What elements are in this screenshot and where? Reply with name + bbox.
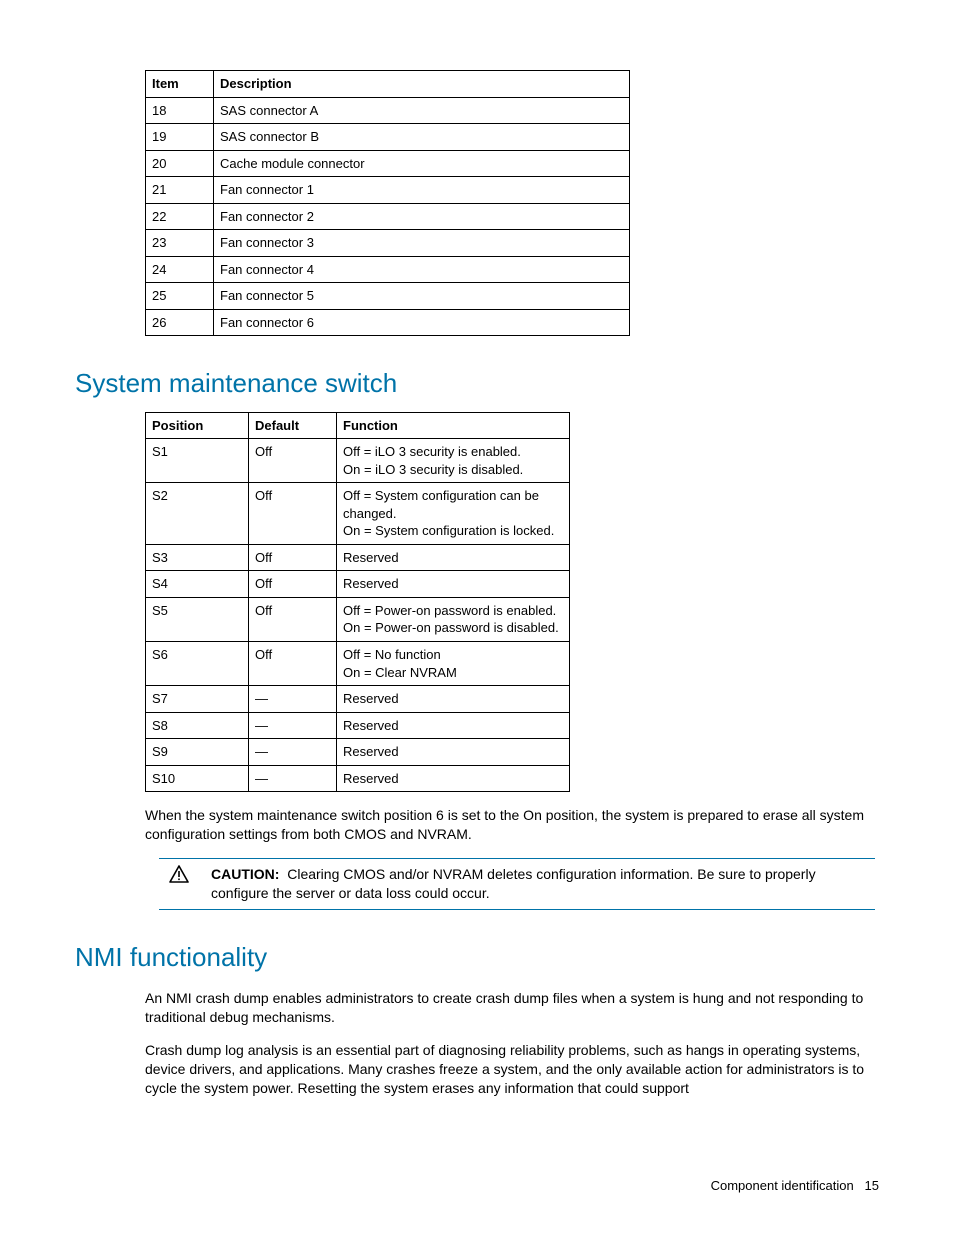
table-row: S8—Reserved	[146, 712, 570, 739]
table-cell: 22	[146, 203, 214, 230]
table-cell: Reserved	[337, 712, 570, 739]
table-cell: S6	[146, 642, 249, 686]
paragraph: Crash dump log analysis is an essential …	[145, 1041, 875, 1098]
table-cell: Off	[249, 483, 337, 545]
table-cell: —	[249, 686, 337, 713]
table-cell: Fan connector 2	[214, 203, 630, 230]
footer-page-number: 15	[865, 1178, 879, 1193]
table-cell: —	[249, 765, 337, 792]
table-row: S3OffReserved	[146, 544, 570, 571]
table-cell: 25	[146, 283, 214, 310]
table-row: S2OffOff = System configuration can be c…	[146, 483, 570, 545]
table-row: S9—Reserved	[146, 739, 570, 766]
table-cell: Reserved	[337, 765, 570, 792]
table-row: 23Fan connector 3	[146, 230, 630, 257]
section-heading: NMI functionality	[75, 940, 875, 975]
table-cell: SAS connector A	[214, 97, 630, 124]
table-header: Item	[146, 71, 214, 98]
caution-label: CAUTION:	[211, 866, 279, 882]
table-cell: Reserved	[337, 544, 570, 571]
paragraph: When the system maintenance switch posit…	[145, 806, 875, 844]
items-table: Item Description 18SAS connector A19SAS …	[145, 70, 630, 336]
table-cell: Off	[249, 439, 337, 483]
table-row: 26Fan connector 6	[146, 309, 630, 336]
table-cell: Off	[249, 571, 337, 598]
table-row: 19SAS connector B	[146, 124, 630, 151]
table-cell: 21	[146, 177, 214, 204]
table-row: S1OffOff = iLO 3 security is enabled.On …	[146, 439, 570, 483]
paragraph: An NMI crash dump enables administrators…	[145, 989, 875, 1027]
table-header: Function	[337, 412, 570, 439]
table-cell: S9	[146, 739, 249, 766]
table-cell: Fan connector 5	[214, 283, 630, 310]
table-cell: 19	[146, 124, 214, 151]
table-cell: S7	[146, 686, 249, 713]
section-heading: System maintenance switch	[75, 366, 875, 401]
table-row: 24Fan connector 4	[146, 256, 630, 283]
table-cell: Cache module connector	[214, 150, 630, 177]
table-cell: Off	[249, 544, 337, 571]
table-cell: S8	[146, 712, 249, 739]
table-header: Description	[214, 71, 630, 98]
table-cell: Off = Power-on password is enabled.On = …	[337, 597, 570, 641]
table-row: S10—Reserved	[146, 765, 570, 792]
table-row: S6OffOff = No functionOn = Clear NVRAM	[146, 642, 570, 686]
table-cell: Fan connector 6	[214, 309, 630, 336]
table-cell: Off	[249, 642, 337, 686]
table-cell: Fan connector 1	[214, 177, 630, 204]
caution-block: CAUTION: Clearing CMOS and/or NVRAM dele…	[159, 858, 875, 910]
table-header: Default	[249, 412, 337, 439]
table-cell: 26	[146, 309, 214, 336]
table-cell: Reserved	[337, 739, 570, 766]
table-cell: Off = iLO 3 security is enabled.On = iLO…	[337, 439, 570, 483]
caution-icon	[169, 865, 189, 888]
table-cell: 23	[146, 230, 214, 257]
table-row: 20Cache module connector	[146, 150, 630, 177]
caution-text: Clearing CMOS and/or NVRAM deletes confi…	[211, 866, 816, 901]
table-cell: —	[249, 712, 337, 739]
table-cell: Off	[249, 597, 337, 641]
switch-table: Position Default Function S1OffOff = iLO…	[145, 412, 570, 793]
table-cell: Fan connector 3	[214, 230, 630, 257]
table-row: 25Fan connector 5	[146, 283, 630, 310]
table-cell: Off = No functionOn = Clear NVRAM	[337, 642, 570, 686]
table-cell: Reserved	[337, 571, 570, 598]
table-cell: 20	[146, 150, 214, 177]
table-header: Position	[146, 412, 249, 439]
table-cell: —	[249, 739, 337, 766]
table-cell: S4	[146, 571, 249, 598]
table-row: S5OffOff = Power-on password is enabled.…	[146, 597, 570, 641]
footer-section: Component identification	[711, 1178, 854, 1193]
table-cell: SAS connector B	[214, 124, 630, 151]
table-cell: 24	[146, 256, 214, 283]
table-row: 18SAS connector A	[146, 97, 630, 124]
table-cell: Reserved	[337, 686, 570, 713]
table-cell: S5	[146, 597, 249, 641]
table-row: S4OffReserved	[146, 571, 570, 598]
table-cell: S1	[146, 439, 249, 483]
table-row: 21Fan connector 1	[146, 177, 630, 204]
page-footer: Component identification 15	[711, 1177, 879, 1195]
table-row: 22Fan connector 2	[146, 203, 630, 230]
table-row: S7—Reserved	[146, 686, 570, 713]
table-cell: 18	[146, 97, 214, 124]
table-cell: S2	[146, 483, 249, 545]
table-cell: S3	[146, 544, 249, 571]
table-cell: S10	[146, 765, 249, 792]
table-cell: Fan connector 4	[214, 256, 630, 283]
table-cell: Off = System configuration can be change…	[337, 483, 570, 545]
